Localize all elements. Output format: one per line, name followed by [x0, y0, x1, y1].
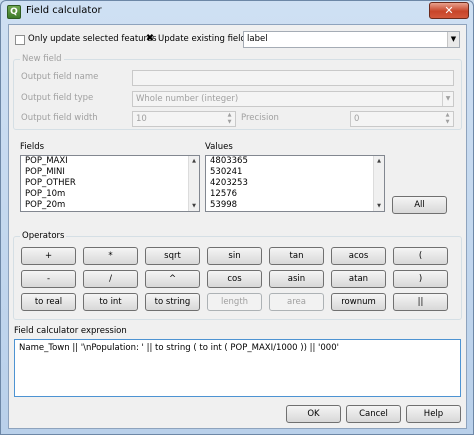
operator-open-paren-button[interactable]: ( [393, 247, 448, 265]
output-field-width-spinbox[interactable]: 10 ▲ ▼ [132, 111, 236, 127]
chevron-down-icon[interactable]: ▼ [447, 32, 459, 47]
list-item[interactable]: 4803365 [206, 156, 384, 167]
new-field-group-title: New field [20, 54, 64, 64]
spin-down-icon[interactable]: ▼ [224, 119, 235, 126]
scroll-down-icon[interactable]: ▼ [189, 201, 199, 211]
qgis-app-icon: Q [7, 5, 21, 19]
window-title: Field calculator [26, 5, 102, 16]
close-button[interactable]: ✕ [429, 2, 469, 19]
operator-sin-button[interactable]: sin [207, 247, 262, 265]
help-button[interactable]: Help [406, 405, 461, 423]
spin-up-icon[interactable]: ▲ [442, 112, 453, 119]
new-field-group: New field Output field name Output field… [13, 54, 462, 130]
list-item[interactable]: 530241 [206, 167, 384, 178]
operator-minus-button[interactable]: - [21, 270, 76, 288]
output-field-type-value: Whole number (integer) [136, 94, 239, 104]
expression-textarea[interactable]: Name_Town || '\nPopulation: ' || to stri… [14, 339, 461, 397]
output-field-type-label: Output field type [21, 93, 94, 103]
list-item[interactable]: 12576 [206, 189, 384, 200]
existing-field-combo[interactable]: label ▼ [243, 31, 460, 48]
values-scrollbar[interactable]: ▲ ▼ [373, 156, 384, 211]
operator-to-int-button[interactable]: to int [83, 293, 138, 311]
scroll-down-icon[interactable]: ▼ [374, 201, 384, 211]
operator-rownum-button[interactable]: rownum [331, 293, 386, 311]
operator-plus-button[interactable]: + [21, 247, 76, 265]
operator-tan-button[interactable]: tan [269, 247, 324, 265]
title-bar[interactable]: Q Field calculator ✕ [1, 1, 473, 23]
fields-scrollbar[interactable]: ▲ ▼ [188, 156, 199, 211]
operator-power-button[interactable]: ^ [145, 270, 200, 288]
operator-sqrt-button[interactable]: sqrt [145, 247, 200, 265]
list-item[interactable]: POP_10m [21, 189, 199, 200]
scroll-up-icon[interactable]: ▲ [374, 156, 384, 166]
spin-up-icon[interactable]: ▲ [224, 112, 235, 119]
spin-down-icon[interactable]: ▼ [442, 119, 453, 126]
list-item[interactable]: 53998 [206, 200, 384, 211]
operator-area-button[interactable]: area [269, 293, 324, 311]
operators-group-title: Operators [20, 231, 67, 241]
precision-label: Precision [241, 113, 279, 123]
only-selected-checkbox[interactable] [15, 35, 25, 45]
operator-to-string-button[interactable]: to string [145, 293, 200, 311]
operator-acos-button[interactable]: acos [331, 247, 386, 265]
values-list[interactable]: 4803365 530241 4203253 12576 53998 ▲ ▼ [205, 155, 385, 212]
operator-cos-button[interactable]: cos [207, 270, 262, 288]
output-field-width-value: 10 [136, 114, 147, 124]
operator-length-button[interactable]: length [207, 293, 262, 311]
fields-list[interactable]: POP_MAXI POP_MINI POP_OTHER POP_10m POP_… [20, 155, 200, 212]
list-item[interactable]: 4203253 [206, 178, 384, 189]
scroll-up-icon[interactable]: ▲ [189, 156, 199, 166]
update-existing-label: Update existing field [158, 34, 246, 44]
field-calculator-window: Q Field calculator ✕ Only update selecte… [0, 0, 474, 435]
only-selected-label: Only update selected features [28, 34, 157, 44]
expression-label: Field calculator expression [14, 326, 127, 336]
operator-asin-button[interactable]: asin [269, 270, 324, 288]
operator-close-paren-button[interactable]: ) [393, 270, 448, 288]
values-label: Values [205, 142, 233, 152]
list-item[interactable]: POP_OTHER [21, 178, 199, 189]
operator-to-real-button[interactable]: to real [21, 293, 76, 311]
precision-value: 0 [354, 114, 360, 124]
list-item[interactable]: POP_20m [21, 200, 199, 211]
all-values-button[interactable]: All [392, 196, 447, 214]
output-field-type-combo[interactable]: Whole number (integer) ▼ [132, 91, 454, 107]
operator-concat-button[interactable]: || [393, 293, 448, 311]
operator-atan-button[interactable]: atan [331, 270, 386, 288]
existing-field-value: label [247, 34, 268, 44]
output-field-name-input[interactable] [132, 70, 454, 86]
fields-label: Fields [20, 142, 45, 152]
operator-divide-button[interactable]: / [83, 270, 138, 288]
dialog-body: Only update selected features ✖ Update e… [8, 24, 467, 429]
operators-group: Operators + * sqrt sin tan acos ( - / ^ … [13, 231, 462, 320]
ok-button[interactable]: OK [286, 405, 341, 423]
update-existing-checkbox[interactable]: ✖ [145, 34, 155, 45]
output-field-width-label: Output field width [21, 113, 98, 123]
list-item[interactable]: POP_MINI [21, 167, 199, 178]
precision-spinbox[interactable]: 0 ▲ ▼ [350, 111, 454, 127]
output-field-name-label: Output field name [21, 72, 99, 82]
chevron-down-icon[interactable]: ▼ [442, 92, 453, 106]
operator-multiply-button[interactable]: * [83, 247, 138, 265]
cancel-button[interactable]: Cancel [346, 405, 401, 423]
list-item[interactable]: POP_MAXI [21, 156, 199, 167]
